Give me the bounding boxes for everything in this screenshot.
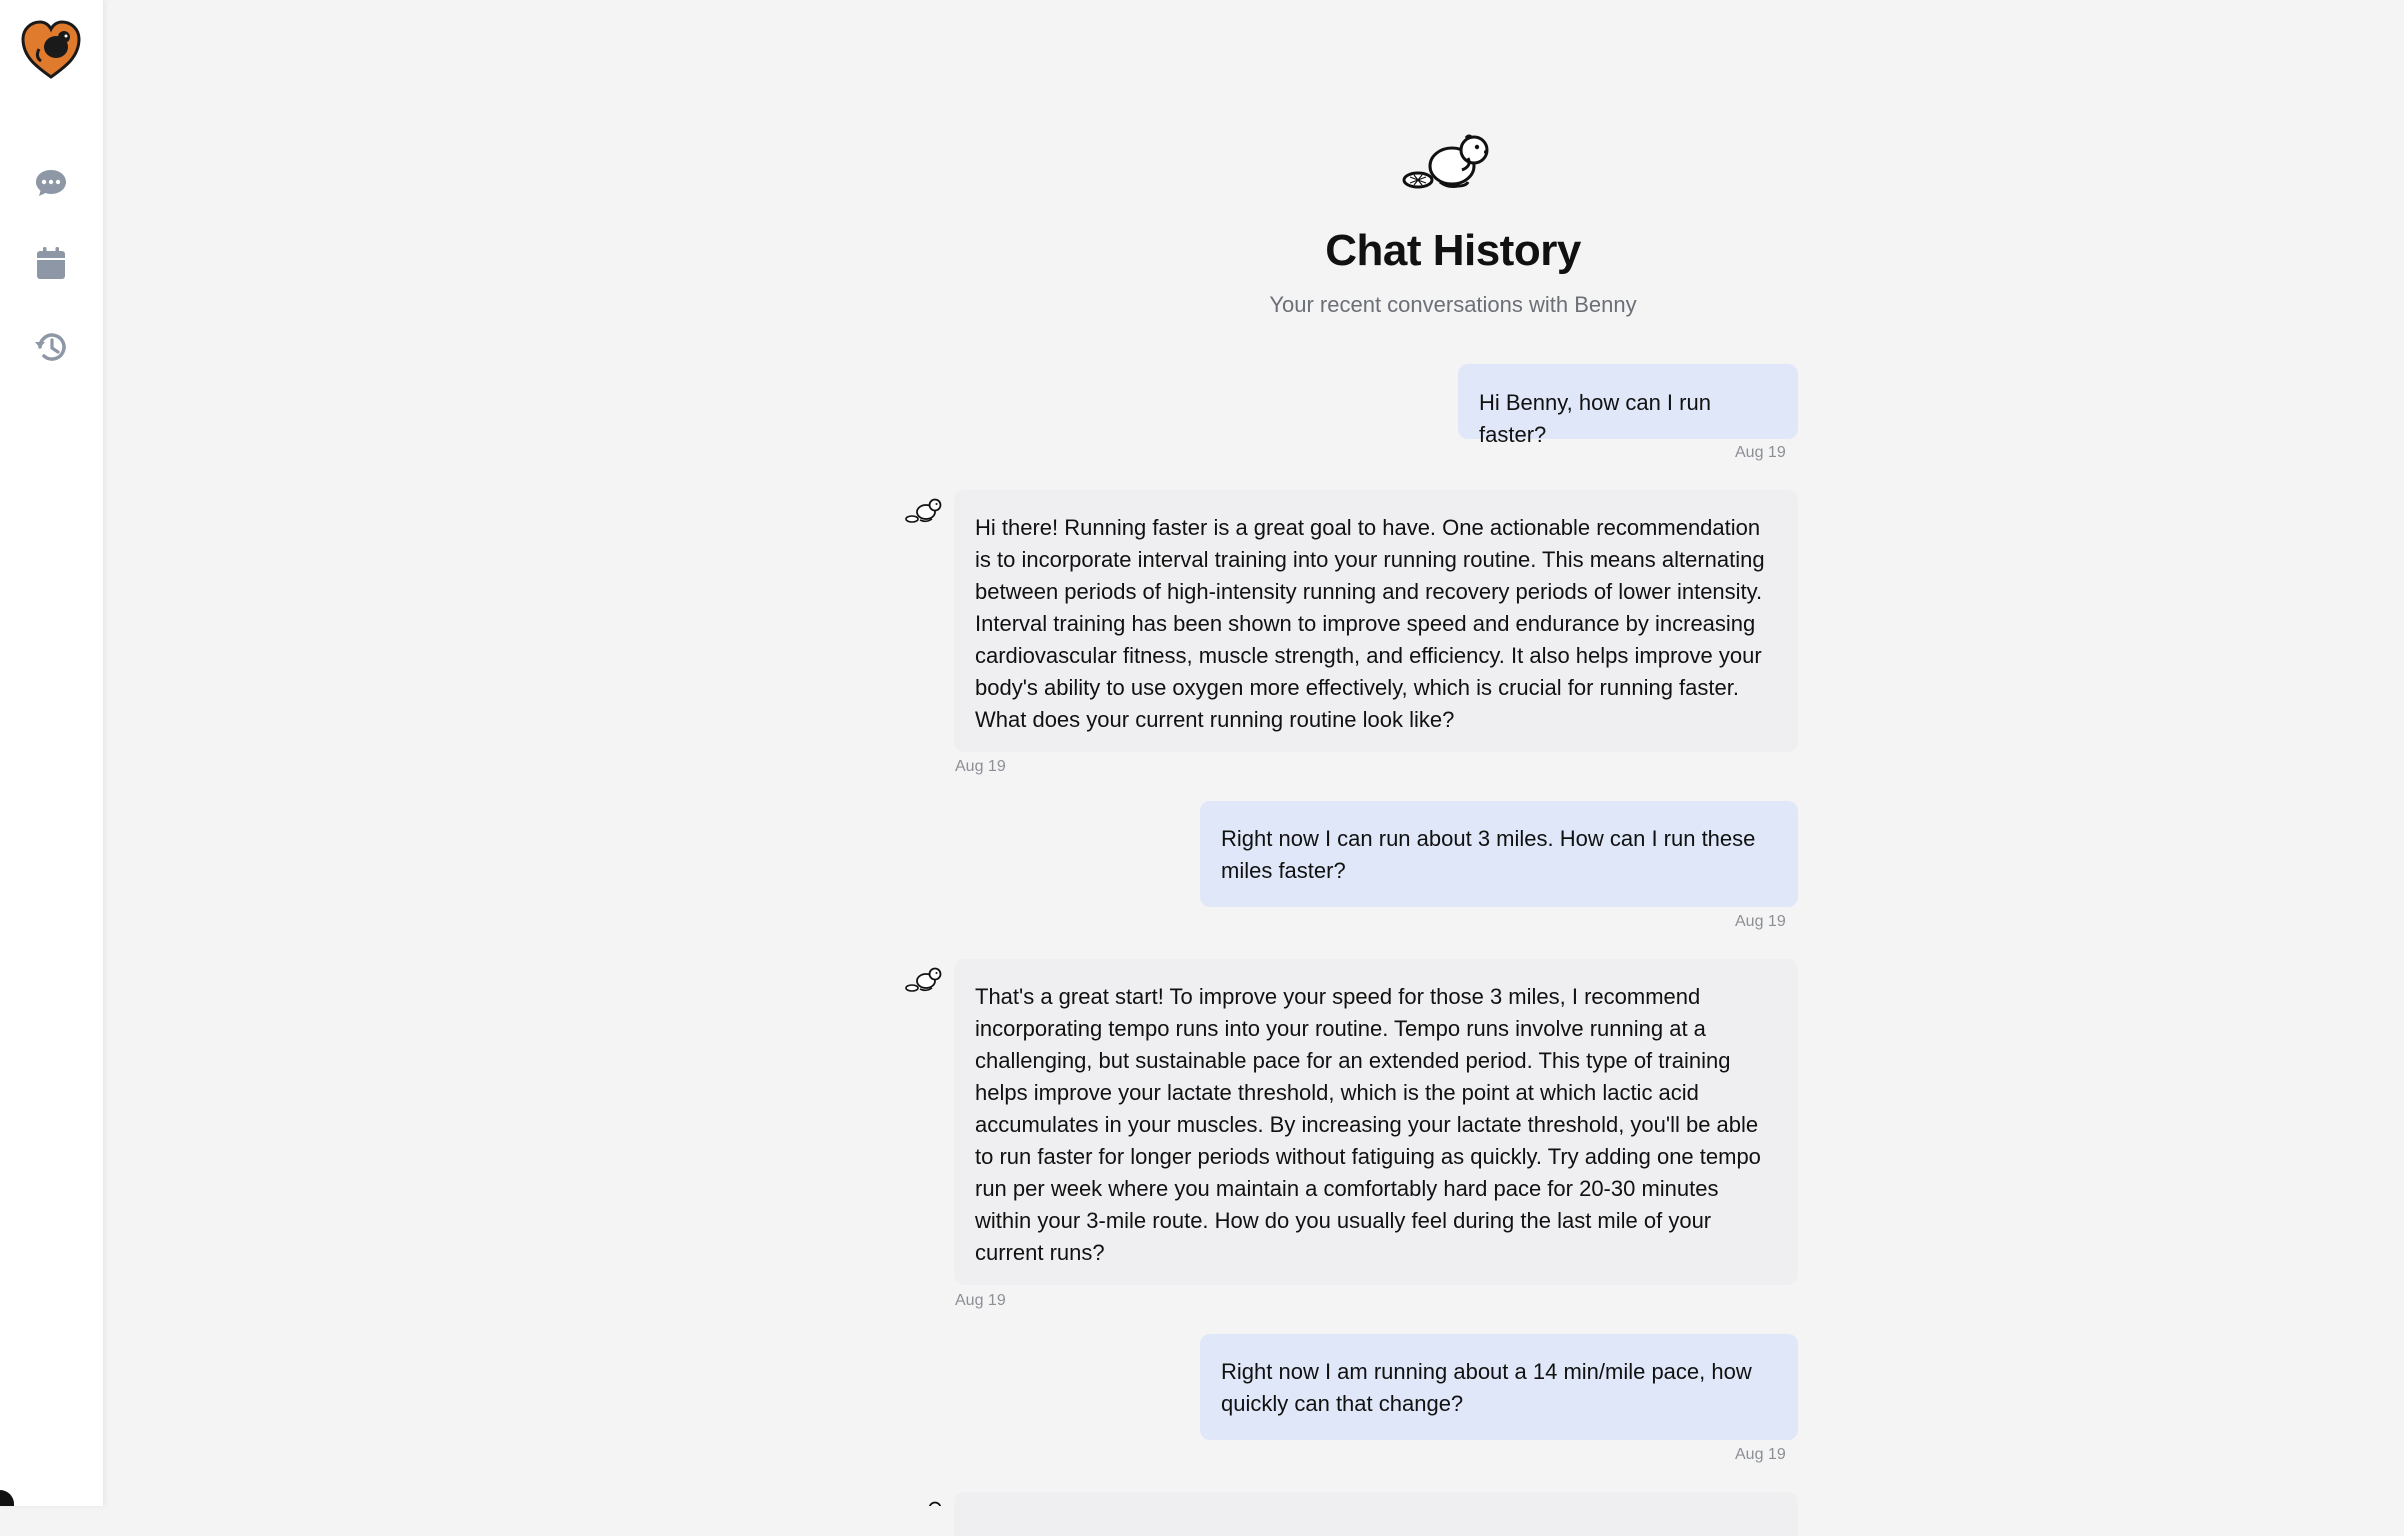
beaver-icon	[904, 1498, 946, 1506]
history-icon[interactable]	[28, 324, 74, 370]
user-message: Hi Benny, how can I run faster?	[1458, 364, 1798, 447]
message-timestamp: Aug 19	[1735, 444, 1786, 461]
message-timestamp: Aug 19	[955, 1292, 1006, 1309]
beaver-icon	[904, 495, 946, 525]
message-text: Right now I am running about a 14 min/mi…	[1221, 1359, 1752, 1416]
chat-bubble-icon[interactable]	[28, 160, 74, 206]
user-message: Right now I can run about 3 miles. How c…	[1200, 801, 1798, 907]
message-text: That's a great start! To improve your sp…	[975, 984, 1761, 1265]
chat-history-main: Chat History Your recent conversations w…	[104, 0, 2404, 1536]
message-timestamp: Aug 19	[1735, 1446, 1786, 1463]
beaver-heart-logo[interactable]	[19, 19, 83, 81]
assistant-message	[954, 1492, 1798, 1536]
page-title: Chat History	[1325, 226, 1581, 275]
user-message: Right now I am running about a 14 min/mi…	[1200, 1334, 1798, 1440]
beaver-icon	[1402, 130, 1502, 192]
calendar-icon[interactable]	[28, 240, 74, 286]
page-subtitle: Your recent conversations with Benny	[1269, 292, 1637, 317]
message-text: Hi there! Running faster is a great goal…	[975, 515, 1765, 732]
message-timestamp: Aug 19	[1735, 913, 1786, 930]
message-text: Hi Benny, how can I run faster?	[1479, 390, 1711, 447]
assistant-message: Hi there! Running faster is a great goal…	[954, 490, 1798, 752]
message-timestamp: Aug 19	[955, 758, 1006, 775]
assistant-message: That's a great start! To improve your sp…	[954, 959, 1798, 1285]
message-text: Right now I can run about 3 miles. How c…	[1221, 826, 1756, 883]
beaver-icon	[904, 964, 946, 994]
sidebar	[0, 0, 104, 1506]
